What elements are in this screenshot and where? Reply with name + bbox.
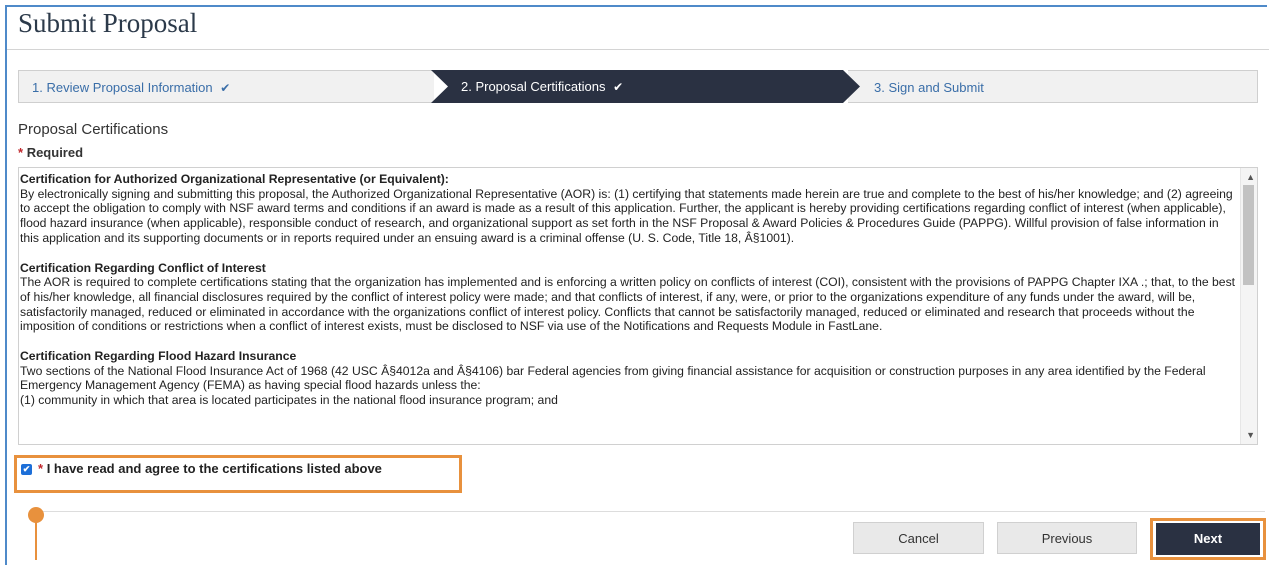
checkmark-icon: ✔ bbox=[220, 81, 231, 95]
page-title: Submit Proposal bbox=[18, 8, 198, 38]
required-label: Required bbox=[26, 145, 84, 160]
certifications-scroll-box[interactable]: Certification for Authorized Organizatio… bbox=[18, 167, 1258, 445]
agree-checkbox[interactable]: ✔ bbox=[21, 464, 32, 475]
section-heading: Proposal Certifications bbox=[18, 121, 169, 138]
scroll-up-arrow-icon[interactable]: ▲ bbox=[1246, 172, 1255, 182]
checkmark-icon: ✔ bbox=[613, 80, 624, 94]
next-button[interactable]: Next bbox=[1156, 523, 1260, 555]
certification-section: Certification Regarding Conflict of Inte… bbox=[20, 261, 1240, 335]
certification-body: By electronically signing and submitting… bbox=[20, 186, 1233, 245]
certification-heading: Certification Regarding Flood Hazard Ins… bbox=[20, 349, 297, 364]
certification-heading: Certification for Authorized Organizatio… bbox=[20, 172, 449, 186]
title-divider bbox=[7, 49, 1269, 50]
agree-label-text: I have read and agree to the certificati… bbox=[46, 461, 382, 476]
step-label: 2. Proposal Certifications bbox=[461, 79, 606, 94]
scroll-down-arrow-icon[interactable]: ▼ bbox=[1246, 430, 1255, 440]
certification-body: The AOR is required to complete certific… bbox=[20, 275, 1236, 334]
footer-divider bbox=[40, 511, 1265, 512]
certification-body-extra: (1) community in which that area is loca… bbox=[20, 393, 558, 408]
step-proposal-certifications[interactable]: 2. Proposal Certifications ✔ bbox=[431, 70, 860, 103]
certification-heading: Certification Regarding Conflict of Inte… bbox=[20, 260, 266, 275]
annotation-pointer-dot bbox=[28, 507, 44, 523]
scrollbar-thumb[interactable] bbox=[1243, 185, 1254, 285]
certification-body: Two sections of the National Flood Insur… bbox=[20, 363, 1206, 393]
step-label: 1. Review Proposal Information bbox=[32, 80, 213, 95]
cancel-button[interactable]: Cancel bbox=[853, 522, 984, 554]
required-asterisk: * bbox=[38, 461, 44, 476]
annotation-pointer-line bbox=[35, 517, 37, 560]
vertical-scrollbar[interactable]: ▲ ▼ bbox=[1240, 168, 1257, 444]
progress-stepper: 1. Review Proposal Information ✔ 3. Sign… bbox=[18, 70, 1258, 103]
previous-button[interactable]: Previous bbox=[997, 522, 1137, 554]
certification-section: Certification Regarding Flood Hazard Ins… bbox=[20, 349, 1240, 408]
step-label: 3. Sign and Submit bbox=[874, 80, 984, 95]
step-review-proposal-information[interactable]: 1. Review Proposal Information ✔ bbox=[18, 70, 434, 103]
certification-section: Certification for Authorized Organizatio… bbox=[20, 172, 1240, 246]
agree-label[interactable]: * I have read and agree to the certifica… bbox=[38, 461, 382, 476]
step-sign-and-submit[interactable]: 3. Sign and Submit bbox=[848, 70, 1258, 103]
required-note: * Required bbox=[18, 145, 83, 160]
required-asterisk: * bbox=[18, 145, 24, 160]
certifications-content: Certification for Authorized Organizatio… bbox=[20, 172, 1240, 423]
